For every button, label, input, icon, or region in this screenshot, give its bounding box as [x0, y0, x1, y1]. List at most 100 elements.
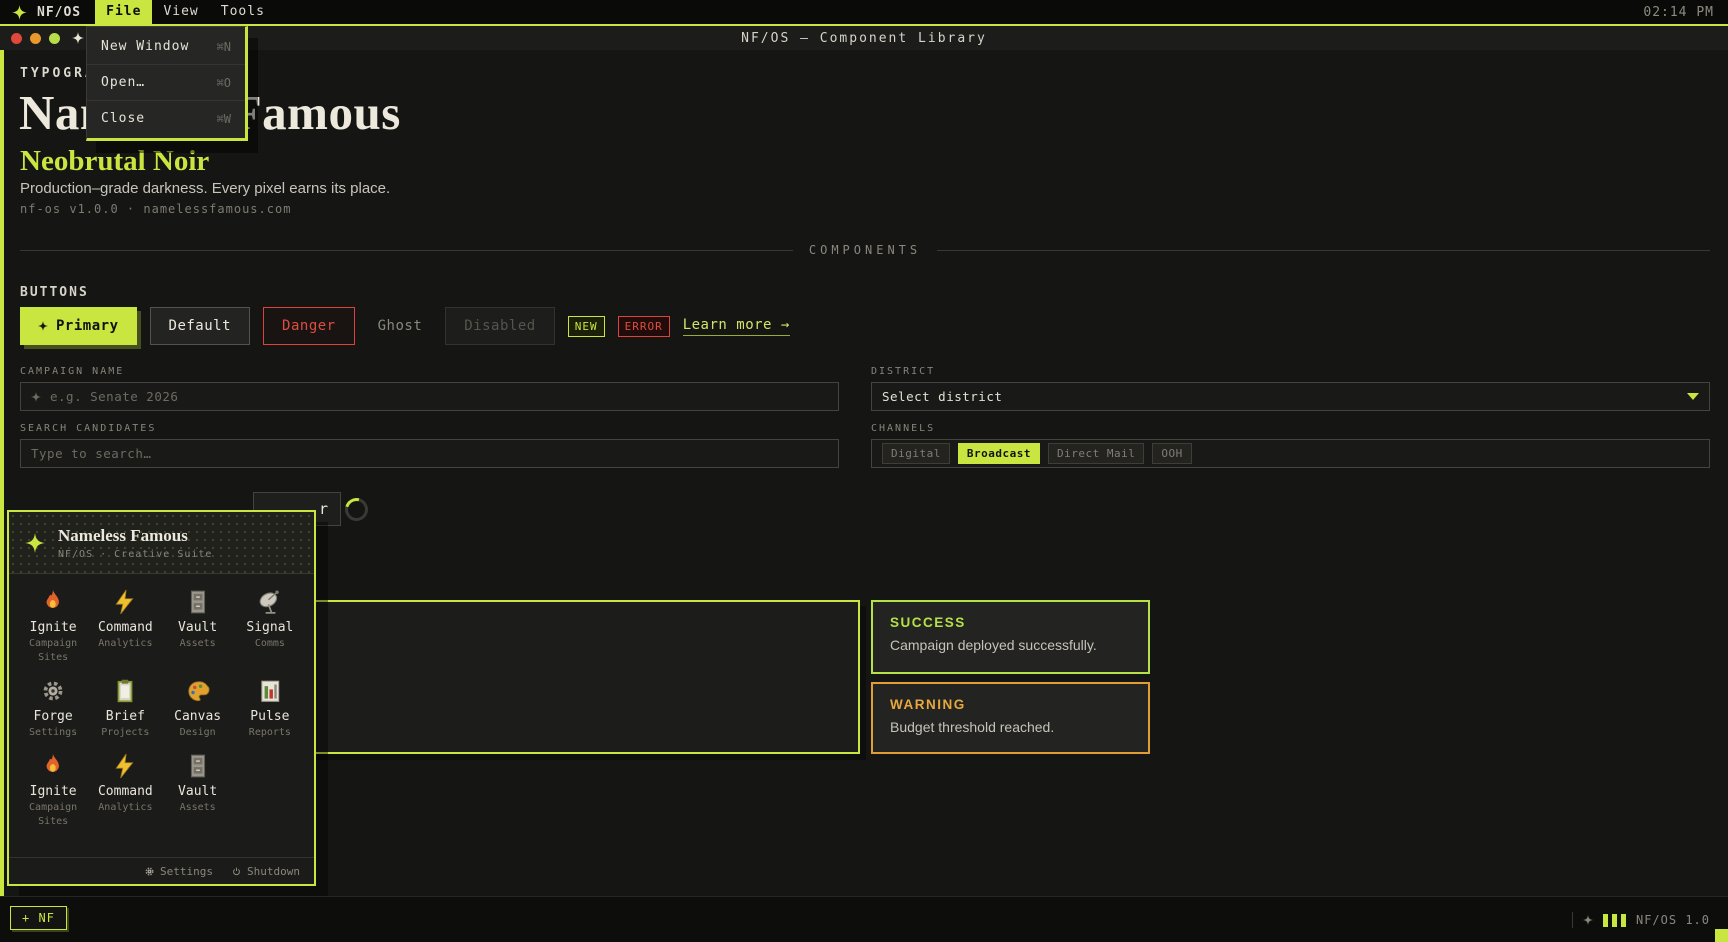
- clock: 02:14 PM: [1643, 5, 1728, 20]
- app-name: Command: [89, 620, 161, 635]
- flame-icon: [40, 589, 66, 615]
- start-menu-button[interactable]: + NF: [10, 906, 67, 930]
- launcher-header: Nameless Famous NF/OS · Creative Suite: [9, 512, 314, 574]
- app-name: Vault: [162, 620, 234, 635]
- window-title: NF/OS — Component Library: [0, 31, 1728, 46]
- campaign-name-field[interactable]: [20, 382, 839, 411]
- launcher-app-grid: Ignite Campaign Sites Command Analytics …: [9, 574, 314, 829]
- menubar-app-name: NF/OS: [37, 5, 81, 20]
- warning-alert-title: WARNING: [890, 697, 1131, 712]
- settings-label: Settings: [160, 865, 213, 878]
- menu-item-new-window[interactable]: New Window ⌘N: [87, 29, 245, 64]
- window-accent-edge: [0, 50, 4, 896]
- district-select[interactable]: Select district: [871, 382, 1710, 411]
- app-sublabel: Settings: [17, 726, 89, 740]
- page-subtitle: Neobrutal Noir: [20, 145, 209, 178]
- window-titlebar: NF/OS — Component Library: [0, 24, 1728, 50]
- version-meta: nf-os v1.0.0 · namelessfamous.com: [20, 202, 291, 216]
- warning-alert: WARNING Budget threshold reached.: [871, 682, 1150, 754]
- gear-icon: [40, 678, 66, 704]
- launcher-title: Nameless Famous: [58, 526, 212, 546]
- success-alert-message: Campaign deployed successfully.: [890, 637, 1131, 653]
- divider-line: [20, 250, 793, 251]
- ghost-button[interactable]: Ghost: [368, 307, 433, 345]
- new-badge: NEW: [568, 316, 605, 337]
- app-tile-canvas[interactable]: Canvas Design: [162, 678, 234, 740]
- app-tile-command[interactable]: Command Analytics: [89, 753, 161, 829]
- app-sublabel: Campaign Sites: [17, 637, 89, 665]
- app-name: Command: [89, 784, 161, 799]
- menu-tools[interactable]: Tools: [210, 0, 276, 24]
- warning-alert-message: Budget threshold reached.: [890, 719, 1131, 735]
- chevron-down-icon: [1687, 393, 1699, 400]
- nf-logo-sparkle-icon: [12, 5, 27, 20]
- taskbar-sparkle-icon: [1583, 915, 1593, 925]
- divider-label: COMPONENTS: [809, 243, 921, 257]
- launcher-shutdown-button[interactable]: Shutdown: [231, 865, 300, 878]
- bolt-icon: [112, 589, 138, 615]
- button-sparkle-icon: [38, 321, 48, 331]
- default-button[interactable]: Default: [150, 307, 251, 345]
- spinner-ring-icon: [341, 494, 372, 525]
- menu-item-label: New Window: [101, 39, 189, 54]
- app-name: Canvas: [162, 709, 234, 724]
- app-tile-forge[interactable]: Forge Settings: [17, 678, 89, 740]
- app-sublabel: Reports: [234, 726, 306, 740]
- launcher-subtitle: NF/OS · Creative Suite: [58, 549, 212, 560]
- menu-item-open[interactable]: Open… ⌘O: [87, 64, 245, 100]
- search-candidates-label: SEARCH CANDIDATES: [20, 423, 156, 434]
- menu-file[interactable]: File: [95, 0, 152, 24]
- corner-accent: [1715, 929, 1728, 942]
- app-tile-vault[interactable]: Vault Assets: [162, 589, 234, 665]
- default-button-label: Default: [169, 318, 232, 334]
- error-badge: ERROR: [618, 316, 670, 337]
- menu-item-close[interactable]: Close ⌘W: [87, 100, 245, 136]
- divider-line: [937, 250, 1710, 251]
- app-sublabel: Comms: [234, 637, 306, 651]
- bolt-icon: [112, 753, 138, 779]
- gear-icon: [144, 866, 155, 877]
- input-sparkle-icon: [31, 392, 41, 402]
- app-tile-signal[interactable]: Signal Comms: [234, 589, 306, 665]
- app-name: Ignite: [17, 620, 89, 635]
- app-tile-ignite[interactable]: Ignite Campaign Sites: [17, 753, 89, 829]
- learn-more-link[interactable]: Learn more →: [683, 317, 790, 336]
- campaign-name-label: CAMPAIGN NAME: [20, 366, 124, 377]
- primary-button[interactable]: Primary: [20, 307, 137, 345]
- app-name: Brief: [89, 709, 161, 724]
- app-name: Signal: [234, 620, 306, 635]
- danger-button[interactable]: Danger: [263, 307, 355, 345]
- chart-icon: [257, 678, 283, 704]
- app-tile-vault[interactable]: Vault Assets: [162, 753, 234, 829]
- menu-item-label: Open…: [101, 75, 145, 90]
- channels-group: Digital Broadcast Direct Mail OOH: [871, 439, 1710, 468]
- app-tile-brief[interactable]: Brief Projects: [89, 678, 161, 740]
- launcher-footer: Settings Shutdown: [9, 857, 314, 884]
- app-sublabel: Projects: [89, 726, 161, 740]
- search-candidates-field[interactable]: [20, 439, 839, 468]
- channel-chip-ooh[interactable]: OOH: [1152, 443, 1191, 464]
- shutdown-label: Shutdown: [247, 865, 300, 878]
- app-name: Forge: [17, 709, 89, 724]
- disabled-button-label: Disabled: [464, 318, 535, 334]
- channel-chip-digital[interactable]: Digital: [882, 443, 950, 464]
- channel-chip-broadcast[interactable]: Broadcast: [958, 443, 1040, 464]
- menu-item-label: Close: [101, 111, 145, 126]
- clipboard-icon: [112, 678, 138, 704]
- campaign-name-input[interactable]: [50, 389, 828, 404]
- success-alert-title: SUCCESS: [890, 615, 1131, 630]
- components-divider: COMPONENTS: [20, 243, 1710, 257]
- app-tile-ignite[interactable]: Ignite Campaign Sites: [17, 589, 89, 665]
- app-tile-pulse[interactable]: Pulse Reports: [234, 678, 306, 740]
- search-candidates-input[interactable]: [31, 446, 828, 461]
- ghost-button-label: Ghost: [378, 318, 423, 334]
- app-sublabel: Analytics: [89, 637, 161, 651]
- menu-item-shortcut: ⌘O: [217, 76, 231, 90]
- menu-view[interactable]: View: [152, 0, 209, 24]
- power-icon: [231, 866, 242, 877]
- channel-chip-direct-mail[interactable]: Direct Mail: [1048, 443, 1144, 464]
- district-label: DISTRICT: [871, 366, 935, 377]
- app-tile-command[interactable]: Command Analytics: [89, 589, 161, 665]
- district-selected-value: Select district: [882, 389, 1687, 404]
- launcher-settings-button[interactable]: Settings: [144, 865, 213, 878]
